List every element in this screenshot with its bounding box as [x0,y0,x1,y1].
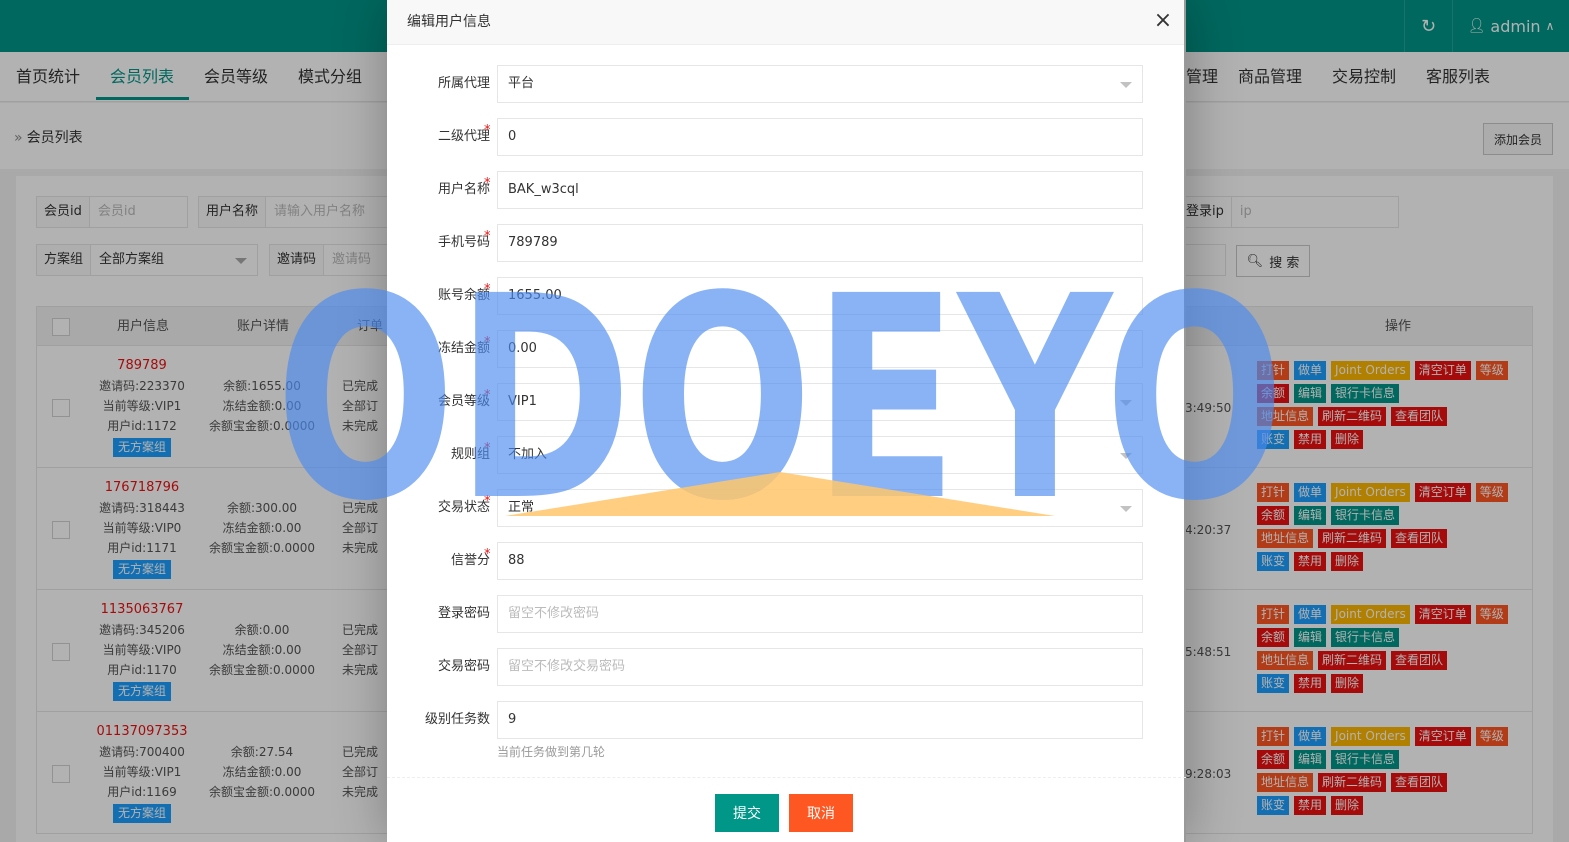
field-label: 交易状态 [437,500,490,515]
frozen-field[interactable]: 0.00 [497,330,1143,368]
trade-password-field[interactable]: 留空不修改交易密码 [497,648,1143,686]
field-agent: 所属代理 平台 [387,65,1186,103]
field-member-level: 会员等级 * VIP1 [387,383,1186,421]
field-sub-agent: 二级代理 * 0 [387,118,1186,156]
field-label: 冻结金额 [437,341,490,356]
agent-value: 平台 [508,76,535,91]
task-count-field[interactable]: 9 [497,701,1143,739]
login-password-field[interactable]: 留空不修改密码 [497,595,1143,633]
required-mark: * [484,229,491,244]
field-trade-status: 交易状态 * 正常 [387,489,1186,527]
required-mark: * [484,441,491,456]
required-mark: * [484,123,491,138]
field-label: 账号余额 [437,288,490,303]
required-mark: * [484,282,491,297]
dialog-title: 编辑用户信息 [407,14,491,30]
required-mark: * [484,335,491,350]
field-label: 用户名称 [437,182,490,197]
field-label: 信誉分 [450,553,490,568]
submit-button[interactable]: 提交 [715,794,779,832]
field-label: 规则组 [450,447,490,462]
field-balance: 账号余额 * 1655.00 [387,277,1186,315]
chevron-down-icon [1120,453,1132,459]
member-level-value: VIP1 [508,394,537,409]
field-rule-group: 规则组 * 不加入 [387,436,1186,474]
field-username: 用户名称 * BAK_w3cql [387,171,1186,209]
chevron-down-icon [1120,506,1132,512]
sub-agent-input[interactable]: 0 [497,118,1143,156]
field-label: 所属代理 [437,76,490,91]
close-icon[interactable]: × [1151,10,1175,34]
chevron-down-icon [1120,82,1132,88]
phone-field[interactable]: 789789 [497,224,1143,262]
trade-status-select[interactable]: 正常 [497,489,1143,527]
field-label: 手机号码 [437,235,490,250]
credit-score-field[interactable]: 88 [497,542,1143,580]
rule-group-value: 不加入 [508,447,548,462]
field-label: 级别任务数 [424,712,490,727]
username-field[interactable]: BAK_w3cql [497,171,1143,209]
field-label: 交易密码 [437,659,490,674]
balance-field[interactable]: 1655.00 [497,277,1143,315]
field-phone: 手机号码 * 789789 [387,224,1186,262]
rule-group-select[interactable]: 不加入 [497,436,1143,474]
field-trade-password: 交易密码 留空不修改交易密码 [387,648,1186,686]
field-login-password: 登录密码 留空不修改密码 [387,595,1186,633]
agent-select[interactable]: 平台 [497,65,1143,103]
field-credit-score: 信誉分 * 88 [387,542,1186,580]
task-count-hint: 当前任务做到第几轮 [497,745,606,759]
field-task-count: 级别任务数 9 [387,701,1186,739]
field-label: 二级代理 [437,129,490,144]
edit-user-dialog: 编辑用户信息 × 所属代理 平台 二级代理 * 0 用户名称 * BAK_w3cql… [387,0,1186,842]
member-level-select[interactable]: VIP1 [497,383,1143,421]
required-mark: * [484,388,491,403]
field-label: 登录密码 [437,606,490,621]
required-mark: * [484,176,491,191]
required-mark: * [484,547,491,562]
dialog-footer-divider [387,777,1186,778]
required-mark: * [484,494,491,509]
dialog-header: 编辑用户信息 × [387,0,1184,45]
field-label: 会员等级 [437,394,490,409]
cancel-button[interactable]: 取消 [789,794,853,832]
trade-status-value: 正常 [508,500,535,515]
field-frozen: 冻结金额 * 0.00 [387,330,1186,368]
chevron-down-icon [1120,400,1132,406]
